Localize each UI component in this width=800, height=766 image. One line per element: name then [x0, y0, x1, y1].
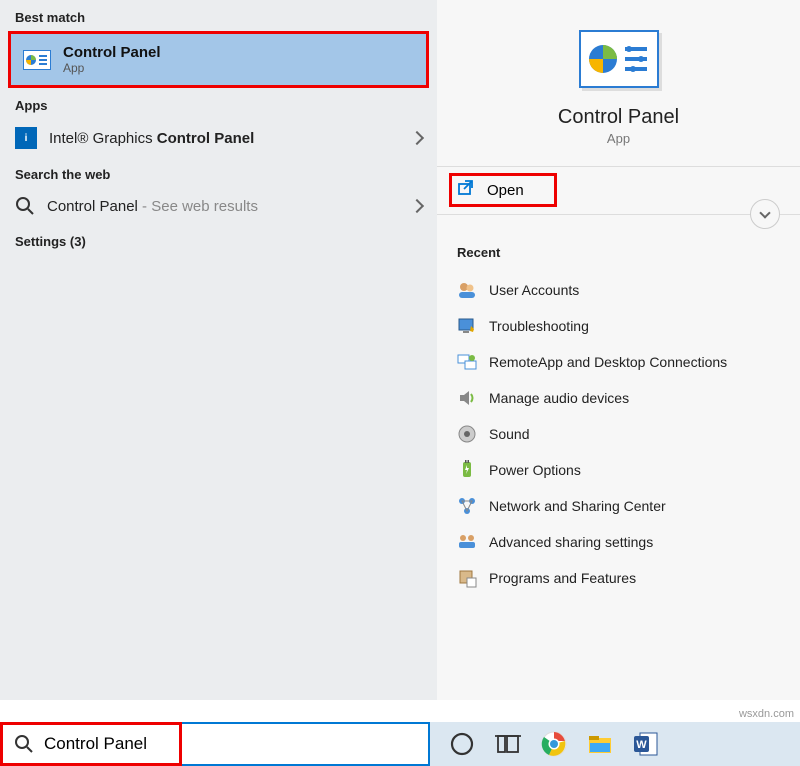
preview-subtitle: App: [607, 131, 630, 146]
preview-pane: Control Panel App Open Recent User Accou…: [437, 0, 800, 700]
web-result[interactable]: Control Panel - See web results: [0, 188, 437, 224]
recent-item[interactable]: Troubleshooting: [457, 308, 780, 344]
recent-item[interactable]: Manage audio devices: [457, 380, 780, 416]
apps-result-intel[interactable]: i Intel® Graphics Control Panel: [0, 119, 437, 157]
best-match-result[interactable]: Control Panel App: [8, 31, 429, 88]
troubleshooting-icon: [457, 316, 477, 336]
user-accounts-icon: [457, 280, 477, 300]
web-result-label: Control Panel - See web results: [47, 198, 400, 215]
watermark: wsxdn.com: [739, 708, 794, 720]
chrome-icon[interactable]: [540, 730, 568, 758]
taskbar: W: [430, 722, 800, 766]
recent-item[interactable]: Power Options: [457, 452, 780, 488]
search-box[interactable]: [0, 722, 430, 766]
recent-item[interactable]: User Accounts: [457, 272, 780, 308]
web-header: Search the web: [0, 157, 437, 188]
apps-result-label: Intel® Graphics Control Panel: [49, 130, 400, 147]
audio-devices-icon: [457, 388, 477, 408]
network-sharing-icon: [457, 496, 477, 516]
recent-header: Recent: [457, 245, 780, 260]
file-explorer-icon[interactable]: [586, 730, 614, 758]
search-input[interactable]: [44, 734, 416, 754]
best-match-header: Best match: [0, 0, 437, 31]
expand-button[interactable]: [750, 199, 780, 229]
task-view-icon[interactable]: [494, 730, 522, 758]
apps-header: Apps: [0, 88, 437, 119]
open-action[interactable]: Open: [437, 167, 800, 215]
word-icon[interactable]: W: [632, 730, 660, 758]
svg-text:W: W: [636, 739, 647, 751]
open-label: Open: [487, 182, 524, 199]
preview-title: Control Panel: [558, 106, 679, 129]
recent-item[interactable]: Advanced sharing settings: [457, 524, 780, 560]
programs-features-icon: [457, 568, 477, 588]
best-match-title: Control Panel: [63, 44, 161, 61]
settings-header[interactable]: Settings (3): [0, 224, 437, 255]
recent-item[interactable]: Programs and Features: [457, 560, 780, 596]
control-panel-icon-large: [579, 30, 659, 88]
chevron-right-icon: [410, 199, 424, 213]
cortana-icon[interactable]: [448, 730, 476, 758]
control-panel-icon: [23, 50, 51, 70]
power-options-icon: [457, 460, 477, 480]
search-results-pane: Best match Control Panel App Apps i Inte…: [0, 0, 437, 700]
sound-icon: [457, 424, 477, 444]
best-match-subtitle: App: [63, 61, 161, 75]
chevron-right-icon: [410, 131, 424, 145]
recent-item[interactable]: RemoteApp and Desktop Connections: [457, 344, 780, 380]
remoteapp-icon: [457, 352, 477, 372]
search-icon: [15, 196, 35, 216]
recent-item[interactable]: Sound: [457, 416, 780, 452]
search-icon: [14, 734, 34, 754]
open-icon: [457, 179, 475, 202]
intel-icon: i: [15, 127, 37, 149]
recent-item[interactable]: Network and Sharing Center: [457, 488, 780, 524]
advanced-sharing-icon: [457, 532, 477, 552]
chevron-down-icon: [759, 207, 770, 218]
